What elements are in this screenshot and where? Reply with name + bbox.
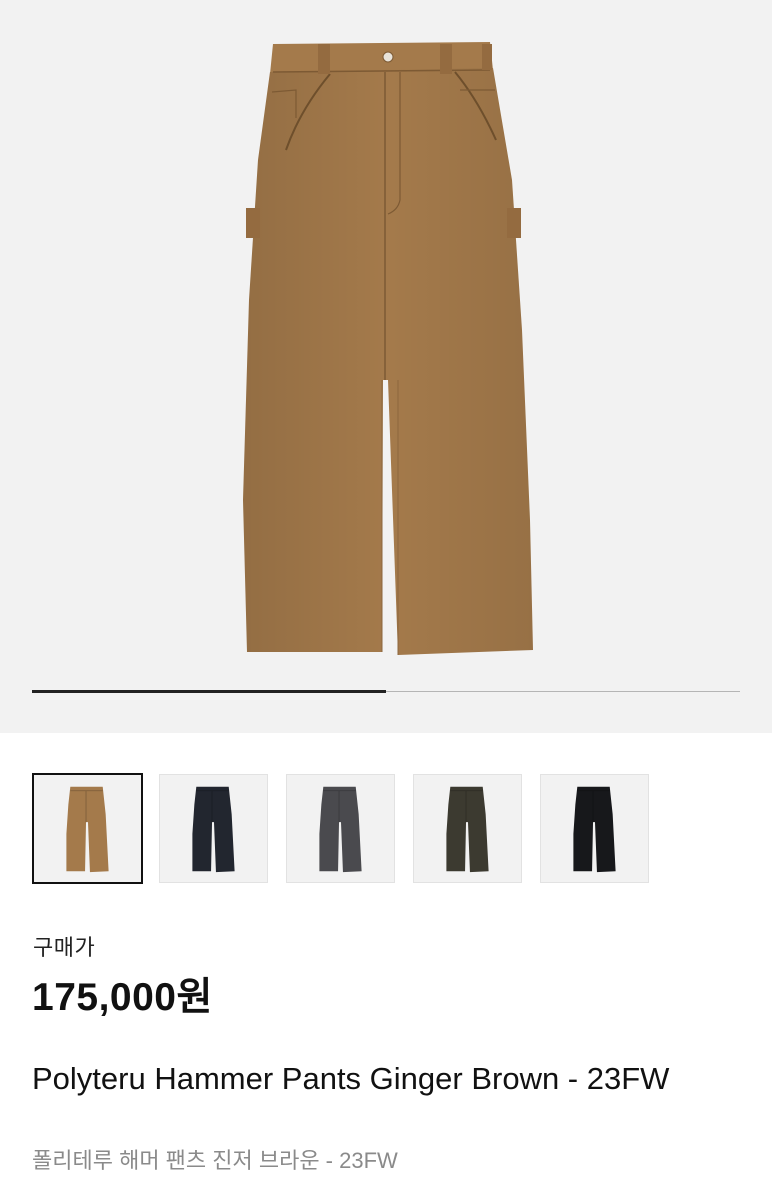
thumb-ginger-brown[interactable] [32,773,143,884]
thumbnail-pants-image [192,786,235,873]
product-main-image[interactable] [0,0,772,733]
thumbnail-pants-image [573,786,616,873]
thumb-olive[interactable] [413,774,522,883]
carousel-progress [32,690,740,693]
product-title: Polyteru Hammer Pants Ginger Brown - 23F… [32,1061,670,1096]
product-subtitle: 폴리테루 해머 팬츠 진저 브라운 - 23FW [32,1148,398,1173]
product-price: 175,000원 [32,976,213,1019]
thumb-navy[interactable] [159,774,268,883]
thumbnail-pants-image [66,786,109,873]
thumb-black[interactable] [540,774,649,883]
product-image-carousel[interactable] [0,0,772,733]
progress-fill [32,690,386,693]
thumbnail-pants-image [319,786,362,873]
thumb-charcoal[interactable] [286,774,395,883]
thumbnail-pants-image [446,786,489,873]
price-label: 구매가 [33,935,96,960]
